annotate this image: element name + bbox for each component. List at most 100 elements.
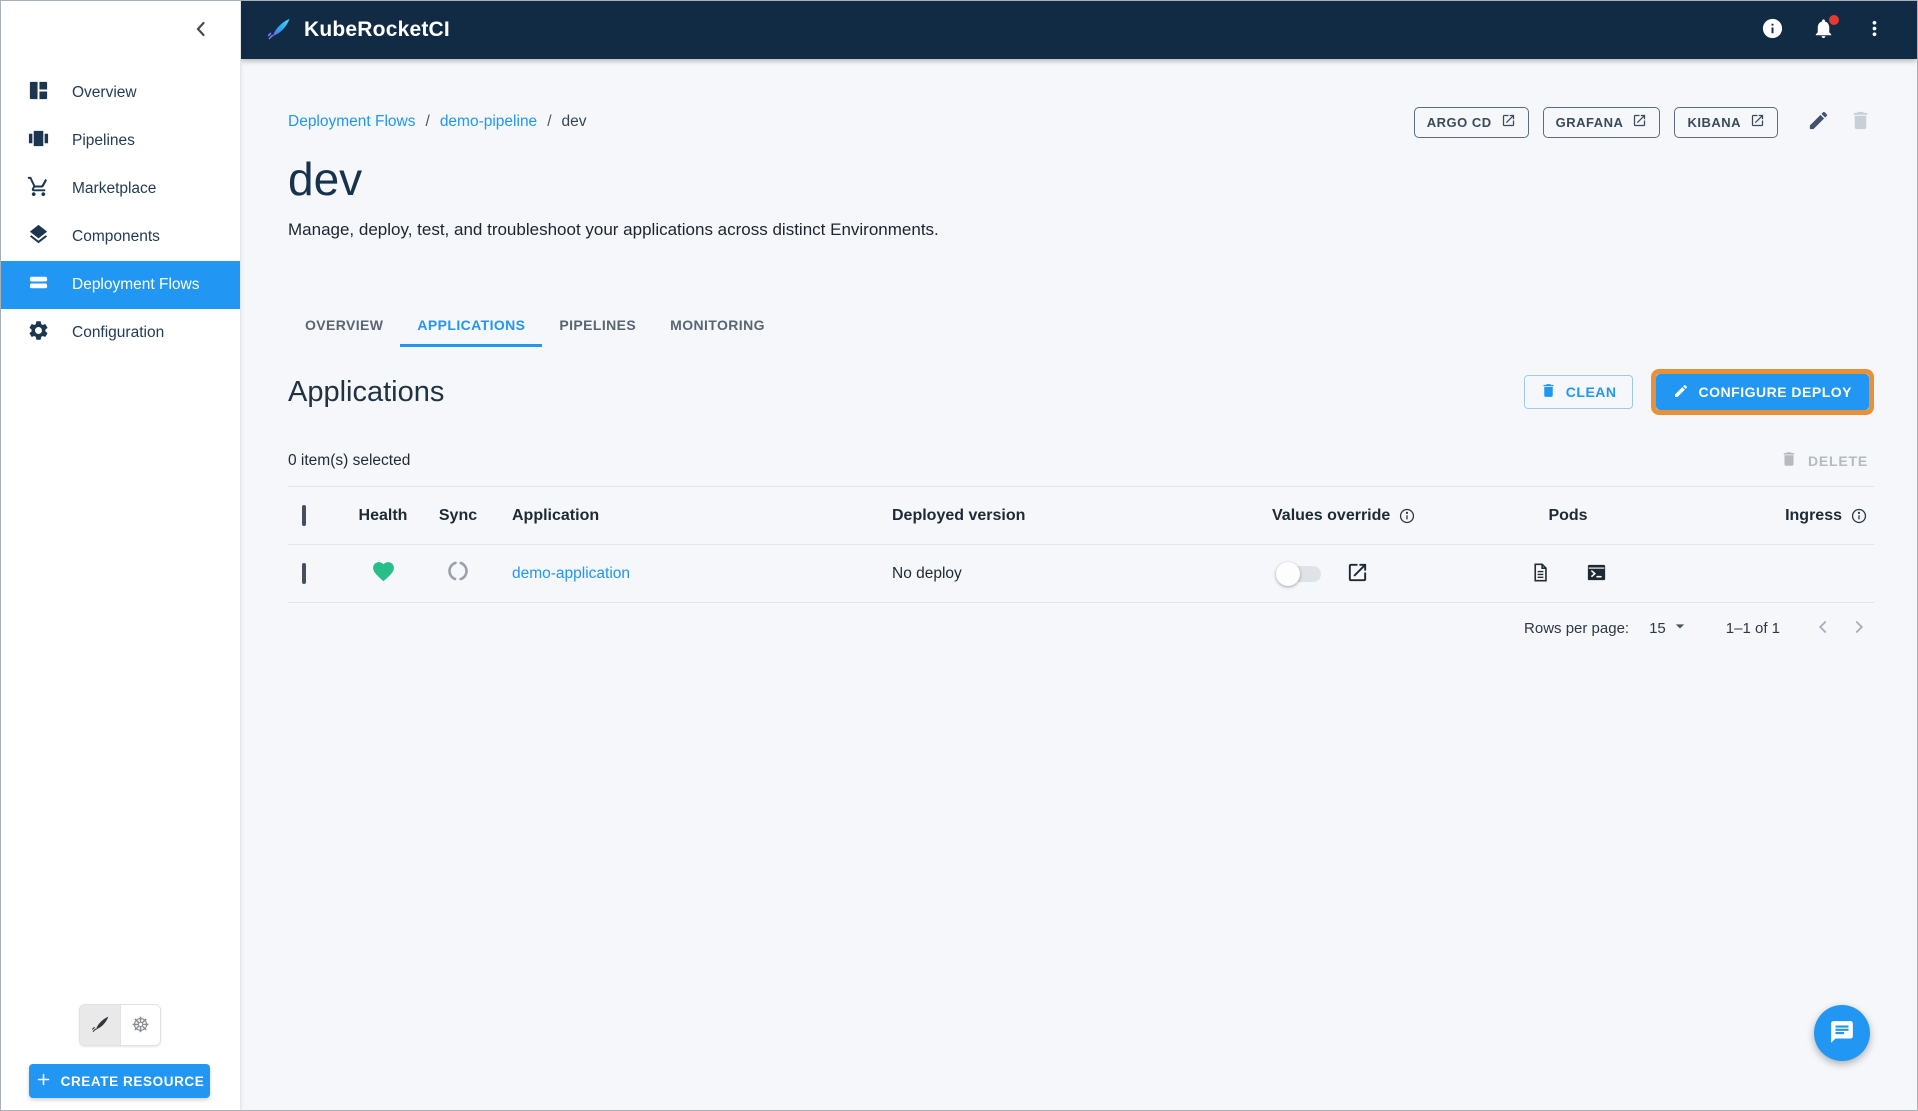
dashboard-icon [27, 79, 50, 107]
health-status-cell [348, 559, 418, 589]
quick-link-label: ARGO CD [1426, 114, 1492, 130]
main-content: Deployment Flows / demo-pipeline / dev A… [241, 59, 1917, 1110]
values-override-toggle[interactable] [1276, 561, 1321, 586]
sidebar-item-components[interactable]: Components [1, 213, 240, 261]
sidebar-item-deployment-flows[interactable]: Deployment Flows [1, 261, 240, 309]
delete-button-label: DELETE [1807, 452, 1868, 469]
table-header-row: Health Sync Application Deployed version… [288, 487, 1874, 545]
configure-deploy-label: CONFIGURE DEPLOY [1698, 384, 1852, 400]
next-page-button[interactable] [1844, 613, 1874, 643]
argo-cd-link-button[interactable]: ARGO CD [1413, 106, 1529, 138]
sidebar: Overview Pipelines Marketplace Component… [1, 1, 241, 1110]
notifications-button[interactable] [1810, 15, 1839, 43]
column-header-sync: Sync [438, 506, 478, 524]
configure-deploy-highlight: CONFIGURE DEPLOY [1650, 369, 1874, 415]
app-logo[interactable]: KubeRocketCI [265, 14, 450, 47]
info-icon[interactable] [1850, 507, 1868, 525]
theme-toggle-group: ☸ [79, 1004, 161, 1046]
tab-applications[interactable]: APPLICATIONS [400, 305, 543, 347]
sync-status-cell [418, 559, 498, 588]
clean-button-label: CLEAN [1565, 384, 1617, 400]
pipelines-icon [27, 127, 50, 155]
edit-environment-button[interactable] [1804, 108, 1832, 136]
breadcrumb-link-demo-pipeline[interactable]: demo-pipeline [440, 113, 537, 131]
column-header-health: Health [358, 506, 408, 524]
kuberocketci-view-toggle[interactable] [80, 1005, 120, 1045]
select-all-checkbox[interactable] [302, 504, 306, 526]
applications-actions: CLEAN CONFIGURE DEPLOY [1523, 369, 1874, 415]
open-in-new-icon [1346, 561, 1369, 587]
tab-monitoring[interactable]: MONITORING [653, 305, 782, 347]
info-button[interactable] [1759, 17, 1785, 43]
app-bar: KubeRocketCI [241, 1, 1917, 59]
pencil-icon [1807, 109, 1830, 135]
sidebar-item-marketplace[interactable]: Marketplace [1, 165, 240, 213]
sidebar-item-label: Components [72, 228, 160, 245]
more-menu-button[interactable] [1861, 17, 1887, 43]
cart-icon [27, 175, 50, 203]
document-icon [1529, 561, 1552, 587]
sidebar-item-label: Pipelines [72, 132, 135, 149]
delete-selected-button[interactable]: DELETE [1780, 450, 1868, 471]
breadcrumb-separator: / [547, 113, 552, 130]
row-checkbox[interactable] [302, 562, 306, 584]
applications-heading: Applications [288, 375, 445, 408]
applications-section-head: Applications CLEAN CONFIGURE DEPLOY [288, 369, 1874, 415]
open-in-new-icon [1750, 113, 1765, 131]
trash-icon [1849, 109, 1872, 135]
open-in-new-icon [1632, 113, 1647, 131]
pagination-range: 1–1 of 1 [1725, 619, 1780, 637]
breadcrumb-link-deployment-flows[interactable]: Deployment Flows [288, 113, 416, 131]
configure-deploy-button[interactable]: CONFIGURE DEPLOY [1655, 374, 1869, 410]
trash-icon [1780, 450, 1798, 471]
plus-icon [35, 1071, 52, 1091]
column-header-label: Ingress [1785, 506, 1842, 524]
rows-per-page-select[interactable]: 15 [1649, 616, 1690, 640]
info-icon[interactable] [1398, 507, 1416, 525]
delete-environment-button[interactable] [1846, 108, 1874, 136]
table-row: demo-application No deploy [288, 545, 1874, 603]
appbar-actions [1759, 15, 1887, 43]
sidebar-item-pipelines[interactable]: Pipelines [1, 117, 240, 165]
application-link[interactable]: demo-application [512, 565, 630, 583]
tabs: OVERVIEW APPLICATIONS PIPELINES MONITORI… [288, 305, 1874, 347]
notification-badge [1829, 15, 1839, 25]
values-override-open-button[interactable] [1343, 560, 1371, 588]
grafana-link-button[interactable]: GRAFANA [1542, 106, 1661, 138]
open-in-new-icon [1501, 113, 1516, 131]
tab-pipelines[interactable]: PIPELINES [542, 305, 653, 347]
deployed-version-value: No deploy [892, 564, 962, 582]
caret-down-icon [1670, 616, 1690, 640]
gear-icon [27, 319, 50, 347]
page-description: Manage, deploy, test, and troubleshoot y… [288, 220, 939, 239]
sidebar-collapse-button[interactable] [187, 16, 215, 44]
sidebar-item-configuration[interactable]: Configuration [1, 309, 240, 357]
breadcrumb: Deployment Flows / demo-pipeline / dev [288, 113, 587, 131]
pod-logs-button[interactable] [1526, 560, 1554, 588]
kubernetes-wheel-icon: ☸ [131, 1013, 150, 1037]
chat-fab-button[interactable] [1814, 1005, 1870, 1061]
flows-icon [27, 271, 50, 299]
trash-icon [1540, 382, 1557, 402]
create-resource-button[interactable]: CREATE RESOURCE [29, 1064, 210, 1098]
previous-page-button[interactable] [1808, 613, 1838, 643]
kubernetes-view-toggle[interactable]: ☸ [120, 1005, 160, 1045]
chat-bubble-icon [1829, 1019, 1855, 1048]
pagination: Rows per page: 15 1–1 of 1 [288, 603, 1874, 653]
column-header-deployed-version: Deployed version [892, 506, 1026, 524]
sidebar-item-label: Deployment Flows [72, 276, 200, 293]
column-header-application: Application [512, 506, 600, 524]
layers-icon [27, 223, 50, 251]
sidebar-nav: Overview Pipelines Marketplace Component… [1, 69, 240, 357]
chevron-left-icon [189, 21, 213, 44]
tab-overview[interactable]: OVERVIEW [288, 305, 400, 347]
pod-terminal-button[interactable] [1582, 560, 1610, 588]
quick-links: ARGO CD GRAFANA KIBANA [1413, 106, 1874, 138]
sidebar-item-overview[interactable]: Overview [1, 69, 240, 117]
selection-summary: 0 item(s) selected [288, 451, 411, 469]
quick-link-label: GRAFANA [1555, 114, 1624, 130]
chevron-left-icon [1812, 616, 1834, 641]
kibana-link-button[interactable]: KIBANA [1674, 106, 1778, 138]
clean-button[interactable]: CLEAN [1523, 375, 1633, 409]
breadcrumb-separator: / [425, 113, 430, 130]
